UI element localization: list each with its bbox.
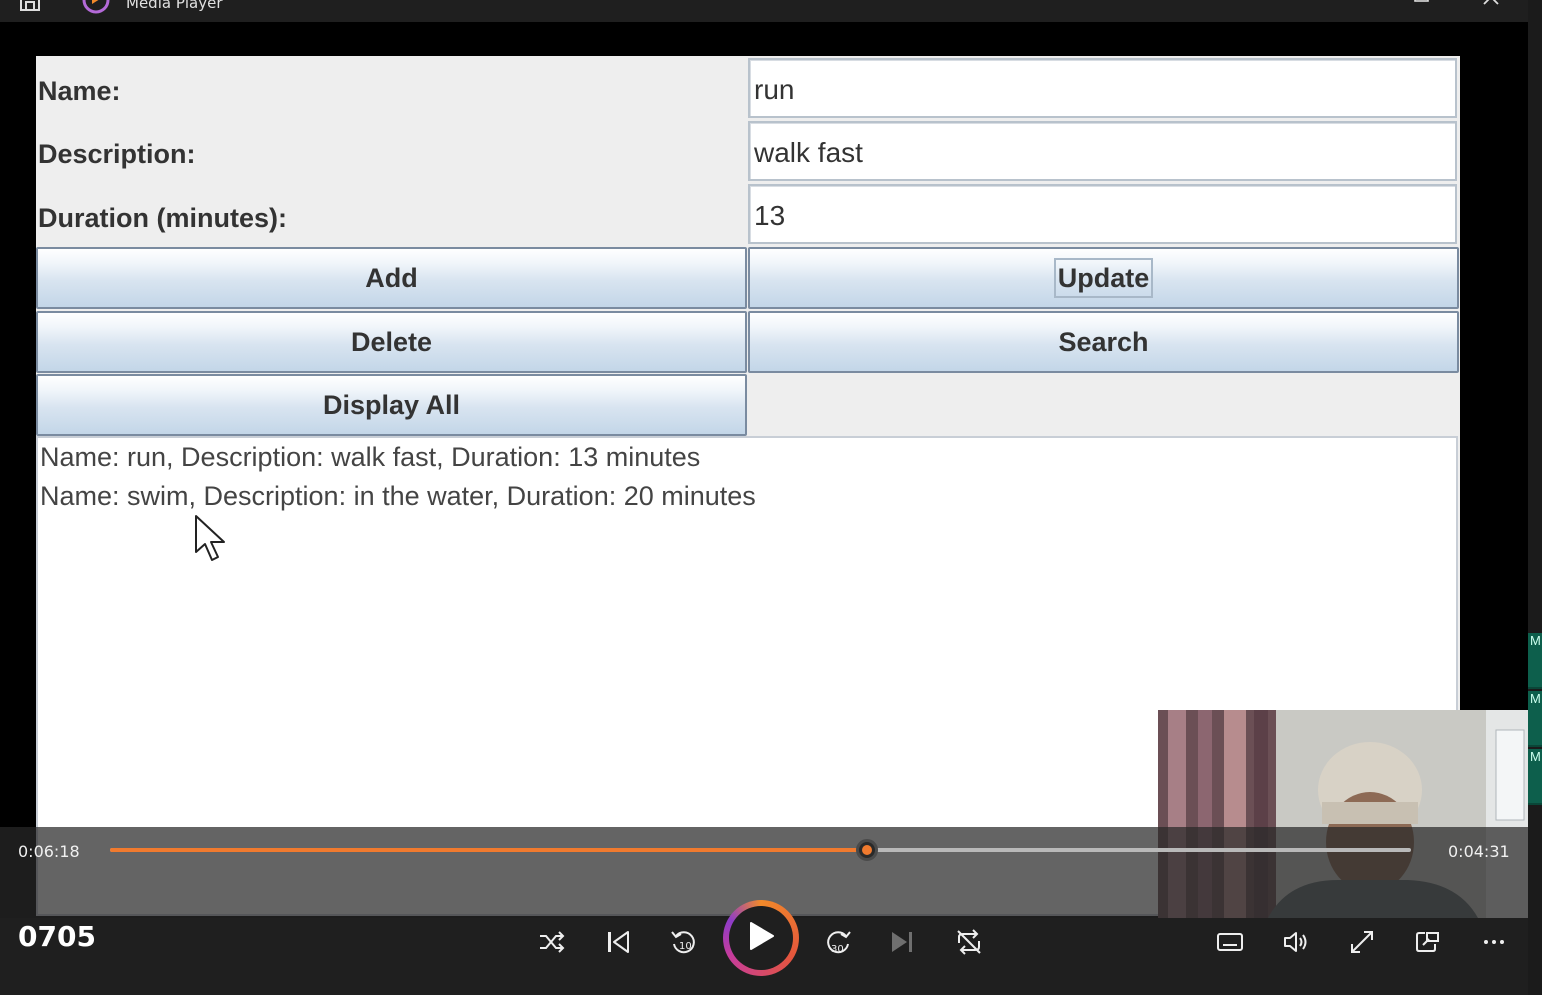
media-title: 0705	[18, 920, 96, 953]
remaining-time: 0:04:31	[1448, 842, 1510, 861]
mouse-cursor-icon	[194, 514, 228, 567]
seek-bar-progress	[110, 848, 868, 852]
play-icon	[746, 920, 776, 957]
description-field[interactable]: walk fast	[748, 121, 1457, 181]
desktop-tile: M	[1528, 749, 1542, 805]
duration-label: Duration (minutes):	[38, 203, 287, 233]
seek-bar[interactable]	[110, 839, 1411, 861]
name-label: Name:	[38, 76, 121, 106]
close-icon[interactable]	[1480, 0, 1504, 15]
delete-button[interactable]: Delete	[36, 311, 747, 373]
output-line: Name: run, Description: walk fast, Durat…	[40, 442, 701, 472]
add-button[interactable]: Add	[36, 247, 747, 309]
duration-field[interactable]: 13	[748, 184, 1457, 244]
desktop-edge: M M M	[1528, 0, 1542, 995]
description-label: Description:	[38, 139, 196, 169]
play-button[interactable]	[723, 900, 799, 976]
desktop-tile: M	[1528, 633, 1542, 689]
rewind-10-icon[interactable]: 10	[664, 922, 704, 962]
desktop-tile: M	[1528, 691, 1542, 747]
search-button[interactable]: Search	[748, 311, 1459, 373]
display-all-button[interactable]: Display All	[36, 374, 747, 436]
update-button-label: Update	[1053, 258, 1154, 298]
window-title: Media Player	[126, 0, 223, 12]
subtitles-icon[interactable]	[1210, 922, 1250, 962]
more-icon[interactable]	[1474, 922, 1514, 962]
shuffle-icon[interactable]	[532, 922, 572, 962]
svg-text:10: 10	[679, 941, 692, 952]
current-time: 0:06:18	[18, 842, 80, 861]
fullscreen-icon[interactable]	[1342, 922, 1382, 962]
repeat-off-icon[interactable]	[949, 922, 989, 962]
seek-bar-thumb[interactable]	[856, 839, 879, 861]
mini-player-icon[interactable]	[1408, 922, 1448, 962]
title-bar: Media Player	[0, 0, 1528, 22]
home-icon[interactable]	[18, 0, 42, 19]
forward-30-icon[interactable]: 30	[818, 922, 858, 962]
video-surface[interactable]: Name: Description: Duration (minutes): r…	[0, 22, 1528, 918]
media-player-logo-icon	[82, 0, 110, 19]
previous-icon[interactable]	[598, 922, 638, 962]
update-button[interactable]: Update	[748, 247, 1459, 309]
volume-icon[interactable]	[1276, 922, 1316, 962]
output-line: Name: swim, Description: in the water, D…	[40, 481, 756, 511]
maximize-icon[interactable]	[1412, 0, 1432, 13]
name-field[interactable]: run	[748, 58, 1457, 118]
next-icon[interactable]	[882, 922, 922, 962]
svg-text:30: 30	[831, 944, 844, 955]
player-control-bar: 0705 10 30	[0, 900, 1528, 995]
